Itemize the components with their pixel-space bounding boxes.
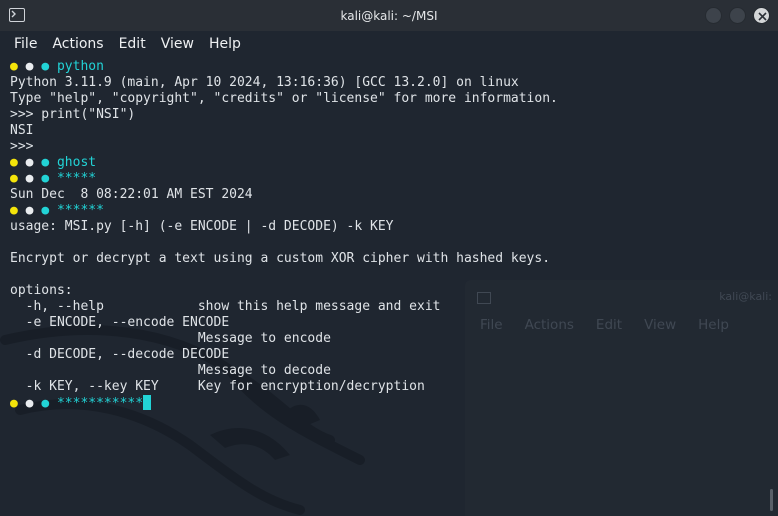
terminal-window: kali@kali: File Actions Edit View Help k… — [0, 0, 778, 516]
output-line: >>> print("NSI") — [10, 107, 136, 122]
output-line: Message to decode — [10, 363, 331, 378]
minimize-button[interactable] — [705, 7, 722, 24]
prompt-dot-icon: ● — [41, 203, 57, 218]
close-button[interactable] — [753, 7, 770, 24]
prompt-dot-icon: ● — [25, 396, 42, 411]
command-text: ***** — [56, 171, 97, 186]
close-icon — [757, 11, 767, 21]
window-title: kali@kali: ~/MSI — [340, 8, 438, 23]
menu-file[interactable]: File — [14, 36, 37, 52]
command-text: ghost — [56, 155, 97, 170]
prompt-dot-icon: ● — [25, 155, 42, 170]
prompt-line: ● ● ● ghost — [10, 155, 768, 171]
command-text: *********** — [56, 396, 144, 411]
prompt-dot-icon: ● — [10, 155, 26, 170]
prompt-line: ● ● ● ***** — [10, 171, 768, 187]
output-line: usage: MSI.py [-h] (-e ENCODE | -d DECOD… — [10, 219, 394, 234]
output-line: NSI — [10, 123, 34, 138]
output-line: Encrypt or decrypt a text using a custom… — [10, 251, 551, 266]
title-bar[interactable]: kali@kali: ~/MSI — [0, 0, 778, 31]
terminal-icon — [9, 8, 25, 22]
prompt-dot-icon: ● — [41, 155, 57, 170]
prompt-line: ● ● ● *********** — [10, 395, 768, 411]
menu-actions[interactable]: Actions — [52, 36, 103, 52]
prompt-line: ● ● ● python — [10, 59, 768, 75]
prompt-dot-icon: ● — [25, 203, 42, 218]
scrollbar[interactable] — [770, 489, 773, 511]
terminal-output[interactable]: ● ● ● python Python 3.11.9 (main, Apr 10 … — [10, 59, 768, 411]
prompt-dot-icon: ● — [25, 171, 42, 186]
prompt-dot-icon: ● — [25, 59, 42, 74]
output-line: -e ENCODE, --encode ENCODE — [10, 315, 230, 330]
prompt-line: ● ● ● ****** — [10, 203, 768, 219]
command-text: python — [56, 59, 104, 74]
output-line: Type "help", "copyright", "credits" or "… — [10, 91, 558, 106]
text-cursor — [143, 395, 152, 410]
output-line: >>> — [10, 139, 34, 154]
output-line: options: — [10, 283, 73, 298]
output-line: -k KEY, --key KEY Key for encryption/dec… — [10, 379, 425, 394]
prompt-dot-icon: ● — [41, 171, 57, 186]
menu-edit[interactable]: Edit — [119, 36, 146, 52]
maximize-button[interactable] — [729, 7, 746, 24]
menu-view[interactable]: View — [161, 36, 194, 52]
output-line: -h, --help show this help message and ex… — [10, 299, 441, 314]
output-line: -d DECODE, --decode DECODE — [10, 347, 230, 362]
output-line: Python 3.11.9 (main, Apr 10 2024, 13:16:… — [10, 75, 519, 90]
prompt-dot-icon: ● — [10, 171, 26, 186]
menu-bar: File Actions Edit View Help — [0, 31, 778, 56]
prompt-dot-icon: ● — [10, 59, 26, 74]
prompt-dot-icon: ● — [41, 59, 57, 74]
output-line: Message to encode — [10, 331, 331, 346]
menu-help[interactable]: Help — [209, 36, 241, 52]
output-line: Sun Dec 8 08:22:01 AM EST 2024 — [10, 187, 253, 202]
prompt-dot-icon: ● — [41, 396, 57, 411]
prompt-dot-icon: ● — [10, 396, 26, 411]
command-text: ****** — [56, 203, 104, 218]
prompt-dot-icon: ● — [10, 203, 26, 218]
